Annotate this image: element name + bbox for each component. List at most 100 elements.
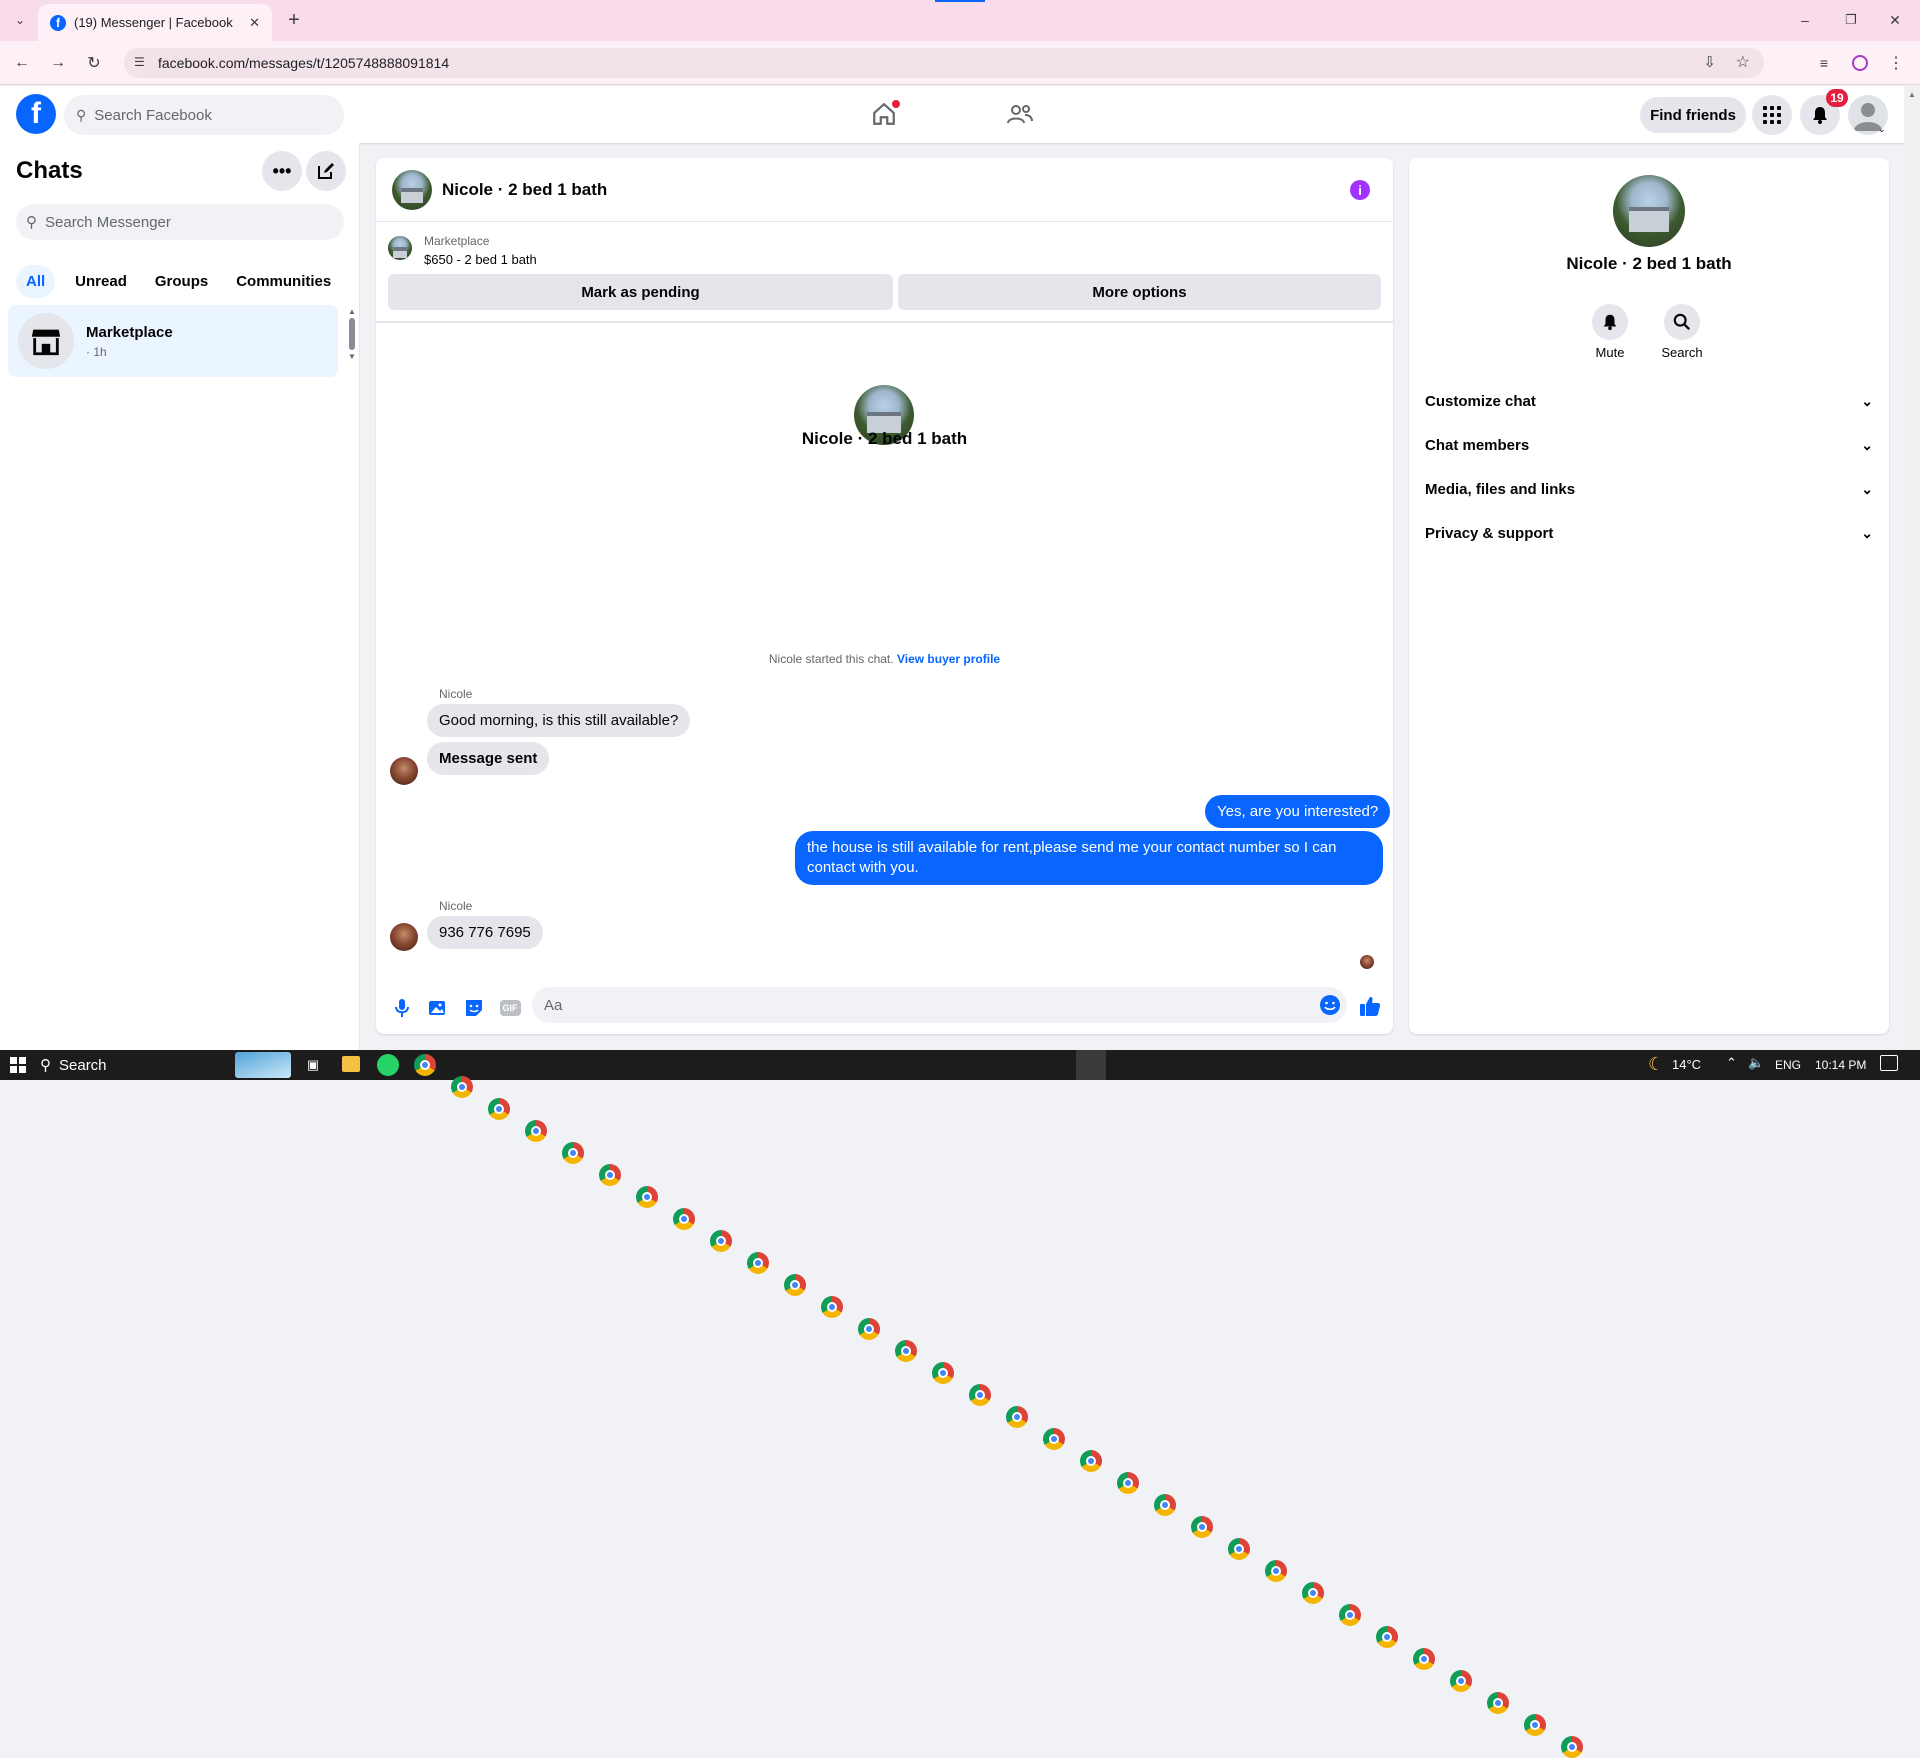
chrome-icon[interactable]	[1080, 1450, 1102, 1472]
view-buyer-profile-link[interactable]: View buyer profile	[897, 652, 1000, 666]
window-close-button[interactable]: ✕	[1880, 8, 1910, 32]
chrome-icon[interactable]	[488, 1098, 510, 1120]
chrome-icon[interactable]	[1006, 1406, 1028, 1428]
outgoing-message[interactable]: the house is still available for rent,pl…	[795, 831, 1383, 885]
clock-time[interactable]: 10:14 PM	[1815, 1058, 1866, 1072]
mark-as-pending-button[interactable]: Mark as pending	[388, 274, 893, 310]
search-messenger-input[interactable]: ⚲ Search Messenger	[16, 204, 344, 240]
facebook-search-input[interactable]: ⚲ Search Facebook	[64, 95, 344, 135]
chrome-icon[interactable]	[1524, 1714, 1546, 1736]
reload-icon[interactable]: ↻	[80, 49, 108, 77]
language-indicator[interactable]: ENG	[1775, 1058, 1801, 1072]
tab-unread[interactable]: Unread	[63, 265, 139, 298]
menu-grid-icon[interactable]	[1752, 95, 1792, 135]
privacy-support-section[interactable]: Privacy & support ⌄	[1425, 513, 1873, 553]
task-view-icon[interactable]: ▣	[302, 1055, 324, 1075]
sender-avatar[interactable]	[390, 757, 418, 785]
customize-chat-section[interactable]: Customize chat ⌄	[1425, 381, 1873, 421]
chrome-icon[interactable]	[1487, 1692, 1509, 1714]
chrome-icon[interactable]	[1376, 1626, 1398, 1648]
site-info-icon[interactable]: ☰	[134, 55, 145, 69]
gif-icon[interactable]: GIF	[496, 994, 524, 1022]
browser-menu-icon[interactable]: ⋮	[1882, 49, 1910, 77]
friends-icon[interactable]	[1002, 96, 1038, 132]
chrome-icon[interactable]	[747, 1252, 769, 1274]
photo-icon[interactable]	[424, 994, 452, 1022]
page-scrollbar[interactable]: ▲	[1904, 86, 1920, 1050]
like-thumbs-up-icon[interactable]	[1356, 992, 1384, 1020]
window-maximize-button[interactable]: ❐	[1836, 8, 1866, 32]
emoji-icon[interactable]	[1318, 993, 1342, 1017]
browser-tab[interactable]: f (19) Messenger | Facebook ✕	[38, 4, 272, 41]
chats-options-icon[interactable]: •••	[262, 151, 302, 191]
search-in-chat-icon[interactable]	[1664, 304, 1700, 340]
back-arrow-icon[interactable]: ←	[8, 49, 36, 77]
search-label[interactable]: Search	[1652, 345, 1712, 360]
chrome-icon[interactable]	[1228, 1538, 1250, 1560]
chrome-icon[interactable]	[1561, 1736, 1583, 1758]
chat-members-section[interactable]: Chat members ⌄	[1425, 425, 1873, 465]
microphone-icon[interactable]	[388, 994, 416, 1022]
sticker-icon[interactable]	[460, 994, 488, 1022]
mute-bell-icon[interactable]	[1592, 304, 1628, 340]
chrome-icon[interactable]	[895, 1340, 917, 1362]
chrome-icon[interactable]	[1339, 1604, 1361, 1626]
weather-moon-icon[interactable]: ☾	[1648, 1054, 1664, 1075]
file-explorer-icon[interactable]	[342, 1056, 360, 1072]
tab-communities[interactable]: Communities	[224, 265, 343, 298]
chrome-icon[interactable]	[821, 1296, 843, 1318]
notification-center-icon[interactable]	[1880, 1055, 1898, 1071]
incoming-message[interactable]: 936 776 7695	[427, 916, 543, 949]
tab-search-chevron-icon[interactable]: ⌄	[8, 8, 32, 32]
new-message-icon[interactable]	[306, 151, 346, 191]
chrome-icon[interactable]	[1043, 1428, 1065, 1450]
chrome-icon[interactable]	[710, 1230, 732, 1252]
chrome-icon[interactable]	[784, 1274, 806, 1296]
incoming-message[interactable]: Good morning, is this still available?	[427, 704, 691, 737]
volume-icon[interactable]: 🔈	[1748, 1055, 1764, 1071]
chrome-icon[interactable]	[673, 1208, 695, 1230]
install-app-icon[interactable]: ⇩	[1703, 53, 1716, 71]
outgoing-message[interactable]: Yes, are you interested?	[1205, 795, 1391, 828]
sender-avatar[interactable]	[390, 923, 418, 951]
chrome-icon[interactable]	[932, 1362, 954, 1384]
account-chevron-icon[interactable]: ⌄	[1878, 124, 1886, 135]
chrome-icon[interactable]	[562, 1142, 584, 1164]
more-options-button[interactable]: More options	[898, 274, 1381, 310]
new-tab-button[interactable]: +	[282, 8, 306, 32]
chrome-icon[interactable]	[858, 1318, 880, 1340]
chrome-icon[interactable]	[1154, 1494, 1176, 1516]
incoming-message[interactable]: Message sent	[427, 742, 550, 775]
chrome-icon[interactable]	[1191, 1516, 1213, 1538]
forward-arrow-icon[interactable]: →	[44, 49, 72, 77]
window-minimize-button[interactable]: –	[1790, 8, 1820, 32]
conversation-avatar[interactable]	[392, 169, 432, 210]
bookmark-star-icon[interactable]: ☆	[1736, 52, 1750, 72]
chat-list-scrollbar[interactable]: ▲ ▼	[348, 307, 356, 377]
facebook-logo-icon[interactable]: f	[16, 94, 56, 134]
conversation-title[interactable]: Nicole · 2 bed 1 bath	[442, 180, 607, 200]
tab-close-icon[interactable]: ✕	[249, 15, 260, 31]
weather-temp[interactable]: 14°C	[1672, 1057, 1701, 1072]
tab-groups[interactable]: Groups	[143, 265, 220, 298]
chrome-icon[interactable]	[1413, 1648, 1435, 1670]
address-bar[interactable]: ☰ facebook.com/messages/t/12057488880918…	[124, 48, 1764, 78]
chrome-icon[interactable]	[1117, 1472, 1139, 1494]
chrome-icon[interactable]	[414, 1054, 436, 1076]
media-files-links-section[interactable]: Media, files and links ⌄	[1425, 469, 1873, 509]
find-friends-button[interactable]: Find friends	[1640, 97, 1746, 133]
message-composer-input[interactable]: Aa	[532, 987, 1347, 1023]
chrome-icon[interactable]	[525, 1120, 547, 1142]
chrome-icon[interactable]	[636, 1186, 658, 1208]
windows-start-icon[interactable]	[8, 1055, 28, 1075]
chrome-icon[interactable]	[451, 1076, 473, 1098]
chrome-icon[interactable]	[969, 1384, 991, 1406]
tab-all[interactable]: All	[16, 264, 56, 298]
chrome-icon[interactable]	[1265, 1560, 1287, 1582]
listing-description[interactable]: $650 - 2 bed 1 bath	[424, 252, 537, 267]
chrome-icon[interactable]	[599, 1164, 621, 1186]
chat-list-item[interactable]: Marketplace · 1h	[8, 305, 338, 377]
info-icon[interactable]: i	[1350, 180, 1370, 200]
chrome-icon[interactable]	[1302, 1582, 1324, 1604]
mute-label[interactable]: Mute	[1580, 345, 1640, 360]
